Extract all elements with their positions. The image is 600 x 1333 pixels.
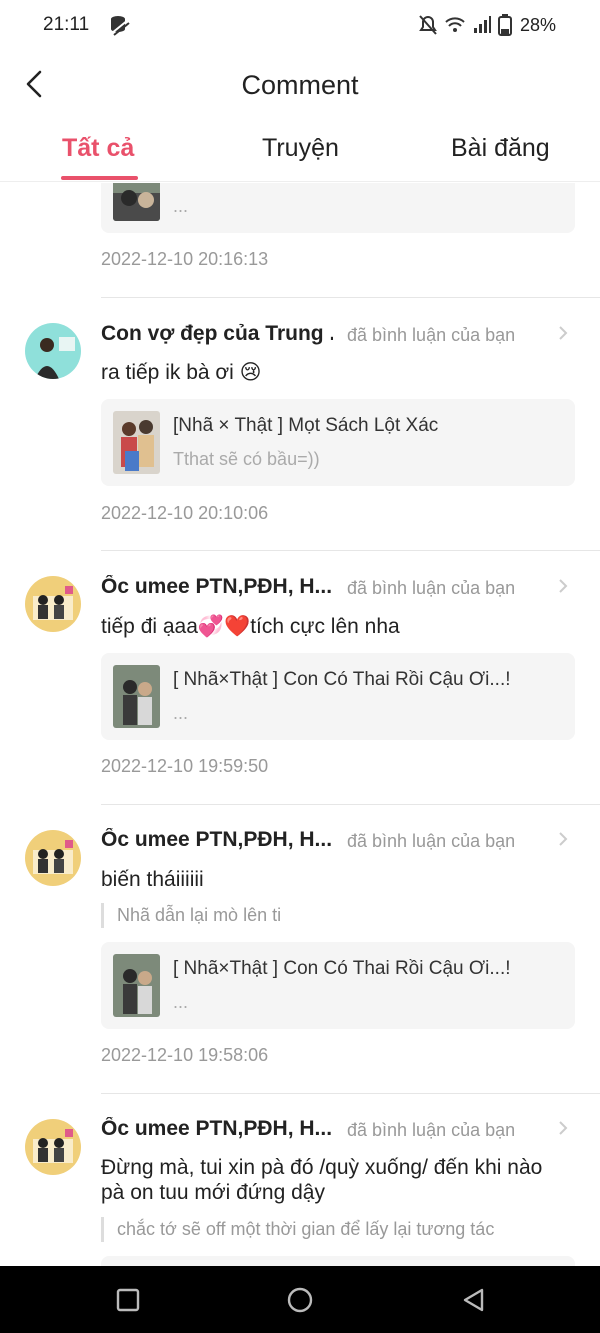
story-thumbnail — [113, 954, 160, 1017]
story-thumbnail — [113, 665, 160, 728]
chevron-right-icon[interactable] — [556, 1119, 570, 1137]
wifi-icon — [444, 15, 466, 35]
comment-action: đã bình luận của bạn — [347, 325, 516, 345]
commenter-name[interactable]: Ốc umee PTN,PĐH, H... — [101, 828, 333, 852]
commenter-name[interactable]: Ốc umee PTN,PĐH, H... — [101, 1117, 333, 1141]
comment-date: 2022-12-10 19:58:06 — [101, 1045, 269, 1065]
triangle-back-icon — [463, 1288, 484, 1312]
tab-bar: Tất cả Truyện Bài đăng — [0, 118, 600, 182]
tab-stories[interactable]: Truyện — [262, 134, 339, 163]
comment-action: đã bình luận của bạn — [347, 831, 516, 851]
divider — [101, 550, 600, 551]
divider — [101, 1093, 600, 1094]
story-subtitle: ... — [173, 196, 189, 216]
tab-all[interactable]: Tất cả — [62, 134, 134, 163]
back-nav-button[interactable] — [460, 1286, 488, 1314]
story-title: [ Nhã×Thật ] Con Có Thai Rồi Cậu Ơi...! — [173, 669, 511, 690]
status-icons: 28% — [418, 13, 556, 37]
comment-date: 2022-12-10 20:16:13 — [101, 249, 269, 269]
avatar[interactable] — [25, 576, 81, 632]
storage-icon — [108, 14, 130, 36]
avatar[interactable] — [25, 830, 81, 886]
mute-icon — [418, 14, 438, 36]
story-card[interactable]: ... — [101, 183, 575, 233]
comment-text: ra tiếp ik bà ơi 😢 — [101, 361, 262, 384]
comment-action: đã bình luận của bạn — [347, 1120, 516, 1140]
comment-action: đã bình luận của bạn — [347, 578, 516, 598]
circle-icon — [287, 1287, 313, 1313]
story-card[interactable] — [101, 1256, 575, 1266]
status-time: 21:11 — [43, 14, 90, 35]
header: Comment — [0, 52, 600, 118]
chevron-right-icon[interactable] — [556, 324, 570, 342]
story-subtitle: Tthat sẽ có bầu=)) — [173, 449, 320, 469]
page-title: Comment — [241, 70, 359, 100]
active-tab-indicator — [61, 176, 138, 180]
commenter-name[interactable]: Con vợ đẹp của Trung ... — [101, 322, 333, 346]
status-bar: 21:11 28% — [0, 0, 600, 52]
system-nav-bar — [0, 1266, 600, 1333]
comment-date: 2022-12-10 20:10:06 — [101, 503, 269, 523]
comment-text: Đừng mà, tui xin pà đó /quỳ xuống/ đến k… — [101, 1156, 543, 1204]
comment-feed[interactable]: ... 2022-12-10 20:16:13 Con vợ đẹp của T… — [0, 183, 600, 1266]
story-thumbnail — [113, 411, 160, 474]
avatar[interactable] — [25, 323, 81, 379]
story-thumbnail — [113, 183, 160, 221]
tab-posts[interactable]: Bài đăng — [451, 134, 550, 163]
recent-apps-button[interactable] — [114, 1286, 142, 1314]
divider — [101, 804, 600, 805]
divider — [101, 297, 600, 298]
quoted-reply: Nhã dẫn lại mò lên ti — [101, 903, 281, 928]
comment-text: biến tháiiiiii — [101, 868, 204, 891]
story-subtitle: ... — [173, 703, 189, 723]
home-button[interactable] — [286, 1286, 314, 1314]
signal-icon — [472, 15, 492, 35]
quoted-reply: chắc tớ sẽ off một thời gian để lấy lại … — [101, 1217, 494, 1242]
story-card[interactable]: [ Nhã×Thật ] Con Có Thai Rồi Cậu Ơi...! … — [101, 653, 575, 740]
battery-percent: 28% — [519, 14, 556, 35]
chevron-right-icon[interactable] — [556, 577, 570, 595]
battery-icon — [497, 14, 512, 36]
story-card[interactable]: [Nhã × Thật ] Mọt Sách Lột Xác Tthat sẽ … — [101, 399, 575, 486]
comment-date: 2022-12-10 19:59:50 — [101, 756, 269, 776]
avatar[interactable] — [25, 1119, 81, 1175]
comment-text: tiếp đi ạaa💞❤️tích cực lên nha — [101, 615, 400, 638]
chevron-right-icon[interactable] — [556, 830, 570, 848]
story-title: [ Nhã×Thật ] Con Có Thai Rồi Cậu Ơi...! — [173, 958, 511, 979]
story-card[interactable]: [ Nhã×Thật ] Con Có Thai Rồi Cậu Ơi...! … — [101, 942, 575, 1029]
story-title: [Nhã × Thật ] Mọt Sách Lột Xác — [173, 415, 439, 436]
commenter-name[interactable]: Ốc umee PTN,PĐH, H... — [101, 575, 333, 599]
story-subtitle: ... — [173, 992, 189, 1012]
square-icon — [116, 1288, 140, 1312]
